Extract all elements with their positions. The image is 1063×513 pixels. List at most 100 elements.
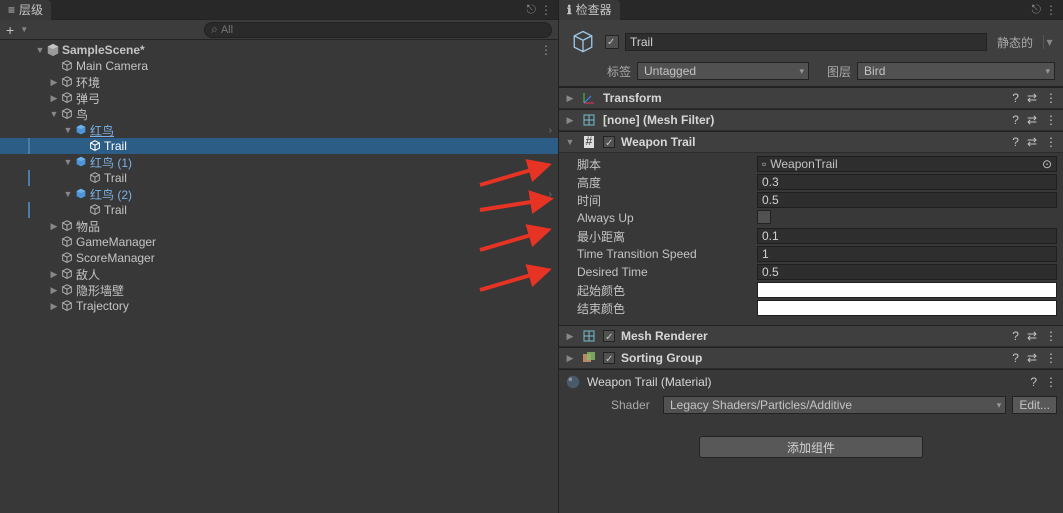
end-color-field[interactable]	[757, 300, 1057, 316]
hierarchy-tab[interactable]: ≡ 层级	[0, 0, 51, 20]
tree-item-camera[interactable]: Main Camera	[0, 58, 558, 74]
start-color-field[interactable]	[757, 282, 1057, 298]
create-dropdown-icon[interactable]: ▼	[20, 25, 28, 34]
menu-icon[interactable]: ⋮	[1045, 113, 1057, 127]
material-header[interactable]: Weapon Trail (Material) ? ⋮	[559, 369, 1063, 394]
lock-icon[interactable]: ⎋	[527, 2, 537, 17]
tree-item-scoremanager[interactable]: ScoreManager	[0, 250, 558, 266]
tree-item-trail1[interactable]: Trail	[0, 170, 558, 186]
foldout-icon[interactable]: ▼	[62, 189, 74, 199]
active-checkbox[interactable]	[605, 35, 619, 49]
prefab-bar	[28, 138, 30, 154]
preset-icon[interactable]: ⇄	[1027, 113, 1037, 127]
tab-menu-icon[interactable]: ⋮	[540, 3, 552, 17]
component-enabled-checkbox[interactable]	[603, 330, 615, 342]
min-dist-field[interactable]	[757, 228, 1057, 244]
menu-icon[interactable]: ⋮	[1045, 91, 1057, 105]
object-picker-icon[interactable]: ⊙	[1042, 157, 1052, 171]
foldout-icon[interactable]: ▼	[565, 137, 575, 147]
foldout-icon[interactable]: ▼	[34, 45, 46, 55]
tree-item-enemies[interactable]: ▶ 敌人	[0, 266, 558, 282]
foldout-icon[interactable]: ▶	[48, 301, 60, 312]
foldout-icon[interactable]: ▼	[62, 157, 74, 167]
script-field[interactable]: ▫WeaponTrail⊙	[757, 156, 1057, 172]
tree-item-wall[interactable]: ▶ 隐形墙壁	[0, 282, 558, 298]
menu-icon[interactable]: ⋮	[1045, 351, 1057, 365]
menu-icon[interactable]: ⋮	[1045, 329, 1057, 343]
meshrenderer-component-header[interactable]: ▶ Mesh Renderer ?⇄⋮	[559, 325, 1063, 347]
foldout-icon[interactable]: ▶	[565, 331, 575, 342]
tree-item-slingshot[interactable]: ▶ 弹弓	[0, 90, 558, 106]
static-dropdown[interactable]: ▾	[1043, 35, 1055, 49]
layer-dropdown[interactable]: Bird	[857, 62, 1055, 80]
tree-item-items[interactable]: ▶ 物品	[0, 218, 558, 234]
unity-scene-icon	[46, 43, 60, 57]
foldout-icon[interactable]: ▼	[62, 125, 74, 135]
time-field[interactable]	[757, 192, 1057, 208]
always-up-checkbox[interactable]	[757, 210, 771, 224]
weapontrail-component-header[interactable]: ▼ # Weapon Trail ?⇄⋮	[559, 131, 1063, 153]
create-button[interactable]: +	[6, 22, 14, 38]
help-icon[interactable]: ?	[1012, 135, 1019, 149]
lock-icon[interactable]: ⎋	[1032, 2, 1042, 17]
component-enabled-checkbox[interactable]	[603, 352, 615, 364]
gameobject-name-input[interactable]	[625, 33, 987, 51]
help-icon[interactable]: ?	[1012, 91, 1019, 105]
gameobject-icon	[60, 299, 74, 313]
add-component-button[interactable]: 添加组件	[699, 436, 923, 458]
preset-icon[interactable]: ⇄	[1027, 351, 1037, 365]
tree-item-redbird[interactable]: ▼ 红鸟 ›	[0, 122, 558, 138]
sortinggroup-component-header[interactable]: ▶ Sorting Group ?⇄⋮	[559, 347, 1063, 369]
height-field[interactable]	[757, 174, 1057, 190]
foldout-icon[interactable]: ▶	[48, 77, 60, 88]
menu-icon[interactable]: ⋮	[1045, 135, 1057, 149]
tree-item-env[interactable]: ▶ 环境	[0, 74, 558, 90]
tab-menu-icon[interactable]: ⋮	[1045, 3, 1057, 17]
transform-icon	[581, 90, 597, 106]
meshfilter-component-header[interactable]: ▶ [none] (Mesh Filter) ?⇄⋮	[559, 109, 1063, 131]
desired-time-field[interactable]	[757, 264, 1057, 280]
help-icon[interactable]: ?	[1012, 351, 1019, 365]
tree-item-redbird1[interactable]: ▼ 红鸟 (1)	[0, 154, 558, 170]
tag-dropdown[interactable]: Untagged	[637, 62, 809, 80]
foldout-icon[interactable]: ▶	[48, 93, 60, 104]
tree-item-trail[interactable]: Trail	[0, 138, 558, 154]
foldout-icon[interactable]: ▶	[48, 269, 60, 280]
hierarchy-search[interactable]: ⌕	[204, 22, 552, 38]
component-enabled-checkbox[interactable]	[603, 136, 615, 148]
foldout-icon[interactable]: ▶	[48, 285, 60, 296]
preset-icon[interactable]: ⇄	[1027, 329, 1037, 343]
foldout-icon[interactable]: ▶	[565, 93, 575, 104]
preset-icon[interactable]: ⇄	[1027, 91, 1037, 105]
foldout-icon[interactable]: ▶	[565, 115, 575, 126]
tree-item-trajectory[interactable]: ▶ Trajectory	[0, 298, 558, 314]
help-icon[interactable]: ?	[1012, 113, 1019, 127]
foldout-icon[interactable]: ▶	[48, 221, 60, 232]
scene-row[interactable]: ▼ SampleScene* ⋮	[0, 42, 558, 58]
hierarchy-tree: ▼ SampleScene* ⋮ Main Camera ▶ 环境 ▶ 弹弓 ▼…	[0, 40, 558, 513]
material-name: Weapon Trail (Material)	[587, 375, 1024, 389]
prefab-icon	[74, 187, 88, 201]
tree-item-trail2[interactable]: Trail	[0, 202, 558, 218]
tree-item-gamemanager[interactable]: GameManager	[0, 234, 558, 250]
chevron-right-icon[interactable]: ›	[549, 189, 552, 200]
chevron-right-icon[interactable]: ›	[549, 125, 552, 136]
menu-icon[interactable]: ⋮	[1045, 375, 1057, 389]
preset-icon[interactable]: ⇄	[1027, 135, 1037, 149]
foldout-icon[interactable]: ▼	[48, 109, 60, 119]
gameobject-big-icon[interactable]	[567, 26, 599, 58]
foldout-icon[interactable]: ▶	[565, 353, 575, 364]
inspector-tab[interactable]: ℹ 检查器	[559, 0, 620, 20]
scene-menu-icon[interactable]: ⋮	[540, 43, 552, 57]
transform-component-header[interactable]: ▶ Transform ?⇄⋮	[559, 87, 1063, 109]
help-icon[interactable]: ?	[1030, 375, 1037, 389]
search-input[interactable]	[221, 24, 545, 36]
script-label: 脚本	[565, 156, 751, 173]
scene-label: SampleScene*	[62, 43, 145, 57]
transition-field[interactable]	[757, 246, 1057, 262]
tree-item-redbird2[interactable]: ▼ 红鸟 (2) ›	[0, 186, 558, 202]
shader-dropdown[interactable]: Legacy Shaders/Particles/Additive	[663, 396, 1006, 414]
tree-item-bird[interactable]: ▼ 鸟	[0, 106, 558, 122]
help-icon[interactable]: ?	[1012, 329, 1019, 343]
shader-edit-button[interactable]: Edit...	[1012, 396, 1057, 414]
